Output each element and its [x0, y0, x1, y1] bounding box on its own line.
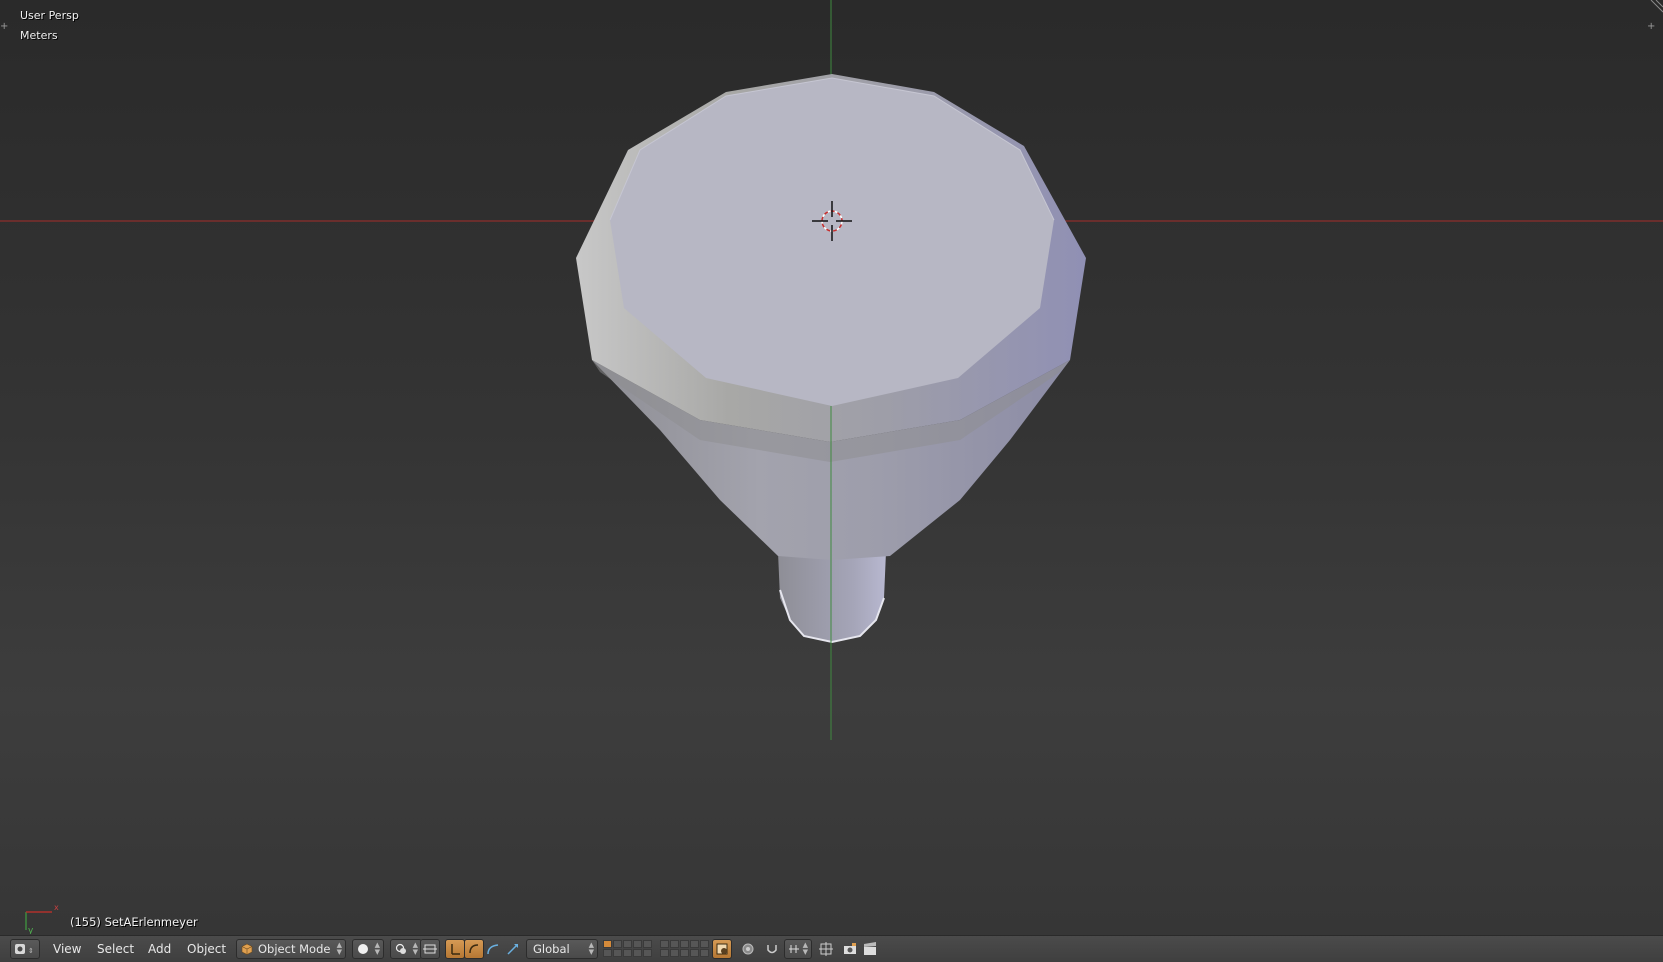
layers-grid-1[interactable]	[603, 940, 652, 958]
combined-manipulator-button[interactable]	[504, 939, 522, 959]
view-name-label: User Persp	[20, 9, 79, 22]
transform-orientation-dropdown[interactable]: Global ▲ ▼	[526, 939, 598, 959]
object-info-label: (155) SetAErlenmeyer	[70, 915, 198, 929]
layer-button[interactable]	[643, 940, 652, 948]
translate-arrow-icon	[451, 944, 460, 955]
axis-y-label: y	[28, 926, 34, 934]
dropdown-arrows-icon: ▲ ▼	[336, 941, 342, 956]
layer-button[interactable]	[690, 940, 699, 948]
solid-shading-icon	[358, 944, 368, 954]
manipulator-icon	[423, 944, 437, 954]
layer-1-button[interactable]	[603, 940, 612, 948]
toolshelf-toggle-icon[interactable]: +	[0, 20, 14, 34]
dropdown-arrows-icon: ▲ ▼	[412, 941, 418, 956]
properties-toggle-icon[interactable]: +	[1647, 20, 1661, 34]
layer-button[interactable]	[680, 949, 689, 957]
axis-gizmo: x y	[25, 903, 59, 934]
snap-target-icon	[819, 942, 833, 956]
mode-dropdown[interactable]: Object Mode ▲ ▼	[236, 939, 346, 959]
proportional-edit-icon	[742, 943, 754, 955]
transform-orientation-label: Global	[533, 942, 570, 956]
cube-icon	[241, 943, 253, 955]
dropdown-arrows-icon: ▲ ▼	[588, 941, 594, 956]
dropdown-arrows-icon: ▲ ▼	[374, 941, 380, 956]
units-label: Meters	[20, 29, 58, 42]
layer-button[interactable]	[680, 940, 689, 948]
layer-button[interactable]	[603, 949, 612, 957]
layer-button[interactable]	[613, 949, 622, 957]
layer-button[interactable]	[643, 949, 652, 957]
snap-element-dropdown[interactable]: ▲ ▼	[784, 939, 812, 959]
snap-toggle-button[interactable]	[762, 939, 782, 959]
manipulator-toggle-button[interactable]	[420, 939, 440, 959]
menu-select[interactable]: Select	[97, 939, 134, 959]
lock-camera-layers-button[interactable]	[712, 939, 732, 959]
magnet-icon	[767, 945, 777, 954]
viewport-header: ⇕ View Select Add Object Object Mode ▲ ▼ …	[0, 935, 1663, 962]
axis-x-label: x	[54, 903, 59, 912]
layer-button[interactable]	[700, 940, 709, 948]
layer-button[interactable]	[660, 949, 669, 957]
layer-button[interactable]	[633, 949, 642, 957]
editor-type-button[interactable]: ⇕	[10, 939, 40, 959]
pivot-point-dropdown[interactable]: ▲ ▼	[390, 939, 422, 959]
clapper-icon	[864, 942, 876, 955]
camera-icon	[844, 943, 856, 954]
pivot-icon	[395, 943, 406, 954]
svg-text:⇕: ⇕	[28, 947, 34, 955]
layer-button[interactable]	[613, 940, 622, 948]
3d-viewport[interactable]: User Persp Meters (155) SetAErlenmeyer +…	[0, 0, 1663, 935]
layer-button[interactable]	[670, 949, 679, 957]
area-split-corner-icon[interactable]	[1649, 0, 1663, 14]
scene-canvas[interactable]	[0, 0, 1663, 935]
arrow-diagonal-icon	[507, 944, 518, 955]
rotate-manipulator-button[interactable]	[464, 939, 484, 959]
translate-manipulator-button[interactable]	[445, 939, 465, 959]
layer-button[interactable]	[690, 949, 699, 957]
layers-grid-2[interactable]	[660, 940, 709, 958]
viewport-shading-dropdown[interactable]: ▲ ▼	[352, 939, 384, 959]
snap-increment-icon	[789, 945, 799, 953]
menu-object[interactable]: Object	[187, 939, 226, 959]
layer-button[interactable]	[623, 949, 632, 957]
layer-button[interactable]	[623, 940, 632, 948]
dropdown-arrows-icon: ▲ ▼	[802, 941, 808, 956]
rotate-icon	[469, 944, 479, 954]
menu-view[interactable]: View	[53, 939, 81, 959]
render-opengl-button[interactable]	[840, 939, 860, 959]
scale-arc-icon	[487, 944, 499, 955]
layer-button[interactable]	[670, 940, 679, 948]
scale-manipulator-button[interactable]	[484, 939, 502, 959]
layer-button[interactable]	[660, 940, 669, 948]
layer-lock-icon	[716, 943, 728, 955]
render-animation-button[interactable]	[860, 939, 880, 959]
snap-target-button[interactable]	[816, 939, 836, 959]
menu-add[interactable]: Add	[148, 939, 171, 959]
layer-button[interactable]	[700, 949, 709, 957]
layer-button[interactable]	[633, 940, 642, 948]
proportional-editing-button[interactable]	[738, 939, 758, 959]
mode-dropdown-label: Object Mode	[258, 942, 331, 956]
